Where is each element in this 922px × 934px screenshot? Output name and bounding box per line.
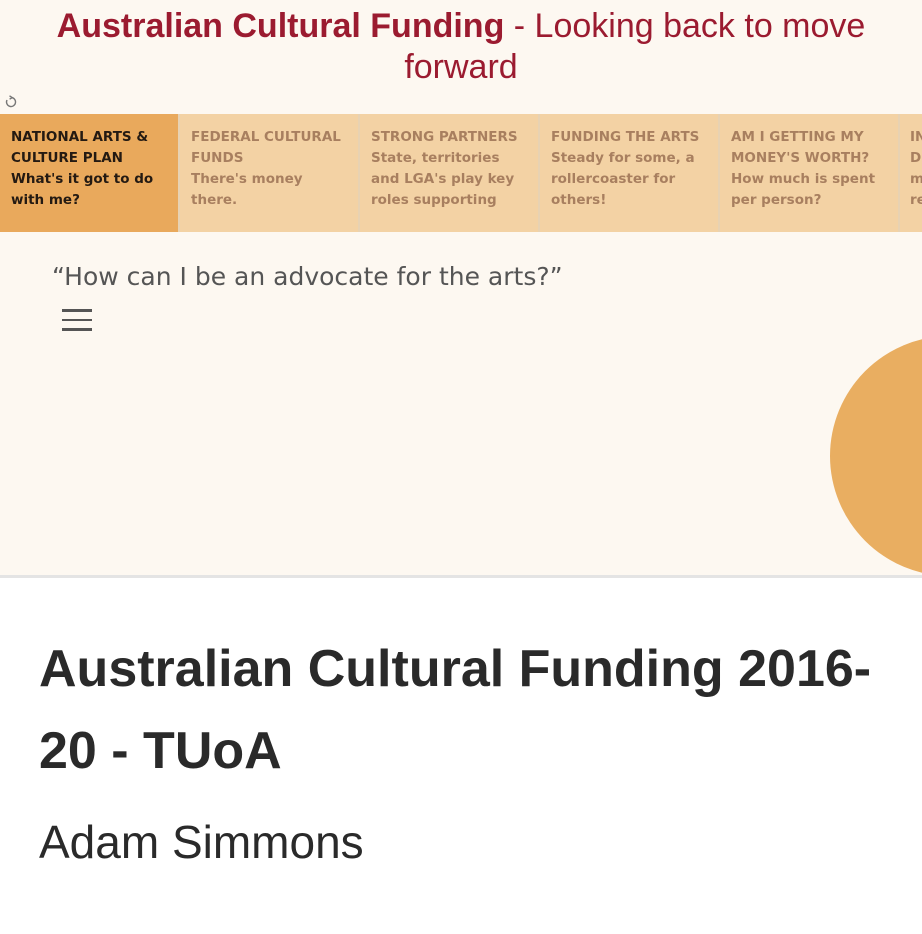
tab-heading: FEDERAL CULTURAL FUNDS	[191, 129, 341, 166]
viz-preview[interactable]: Australian Cultural Funding - Looking ba…	[0, 0, 922, 576]
tab-heading: NATIONAL ARTS & CULTURE PLAN	[11, 129, 149, 166]
tab-money-worth[interactable]: AM I GETTING MY MONEY'S WORTH? How much …	[720, 114, 898, 232]
refresh-icon[interactable]	[4, 95, 18, 109]
viz-title: Australian Cultural Funding - Looking ba…	[0, 6, 922, 88]
tab-federal-cultural-funds[interactable]: FEDERAL CULTURAL FUNDS There's money the…	[180, 114, 358, 232]
tab-heading: IN	[910, 129, 922, 145]
tab-subtitle: State, territories and LGA's play key ro…	[371, 150, 515, 208]
tab-subtitle: There's money there.	[191, 171, 303, 208]
tab-partial[interactable]: IN D m re	[900, 114, 922, 232]
tab-heading: STRONG PARTNERS	[371, 129, 518, 145]
decorative-circle	[830, 336, 922, 576]
advocate-quote: “How can I be an advocate for the arts?”	[52, 262, 563, 291]
tab-subtitle: Steady for some, a rollercoaster for oth…	[551, 150, 695, 208]
tab-heading: AM I GETTING MY MONEY'S WORTH?	[731, 129, 870, 166]
tab-funding-the-arts[interactable]: FUNDING THE ARTS Steady for some, a roll…	[540, 114, 718, 232]
author-name[interactable]: Adam Simmons	[39, 815, 364, 869]
workbook-info: Australian Cultural Funding 2016-20 - TU…	[0, 578, 922, 934]
tab-subtitle: How much is spent per person?	[731, 171, 876, 208]
viz-title-bold: Australian Cultural Funding	[56, 7, 505, 45]
tab-subtitle: What's it got to do with me?	[11, 171, 154, 208]
tab-subtitle: D m re	[910, 150, 922, 208]
tab-heading: FUNDING THE ARTS	[551, 129, 700, 145]
tab-national-arts-culture-plan[interactable]: NATIONAL ARTS & CULTURE PLAN What's it g…	[0, 114, 178, 232]
tab-strong-partners[interactable]: STRONG PARTNERS State, territories and L…	[360, 114, 538, 232]
story-tabs: NATIONAL ARTS & CULTURE PLAN What's it g…	[0, 114, 922, 232]
workbook-title[interactable]: Australian Cultural Funding 2016-20 - TU…	[39, 628, 879, 792]
menu-icon[interactable]	[62, 309, 92, 333]
